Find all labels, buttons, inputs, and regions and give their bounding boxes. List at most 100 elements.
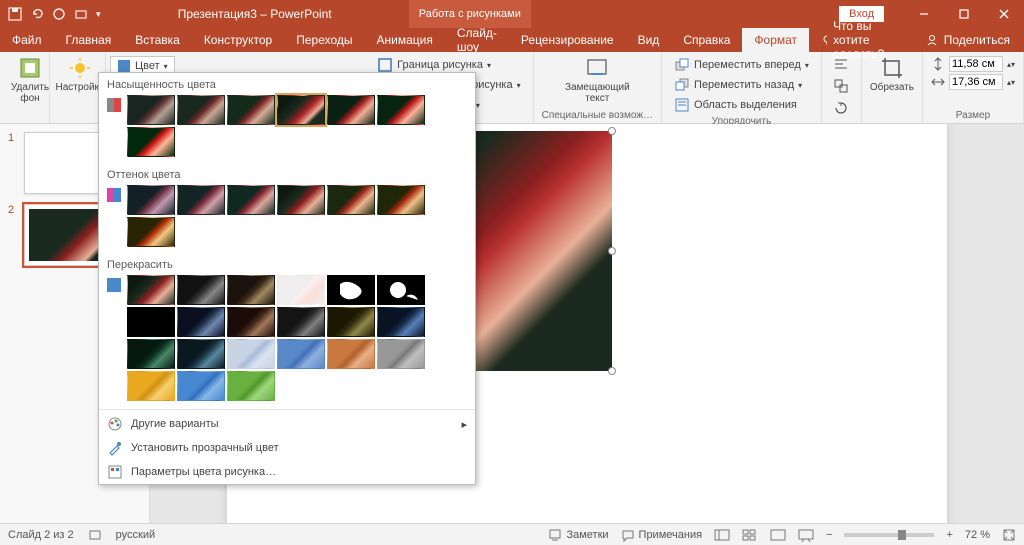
more-variants-item[interactable]: Другие варианты ▸	[99, 412, 475, 436]
normal-view-icon[interactable]	[714, 528, 730, 542]
zoom-in-button[interactable]: +	[946, 529, 952, 541]
reading-view-icon[interactable]	[770, 528, 786, 542]
corrections-button[interactable]: Настройки	[58, 56, 102, 93]
recolor-preset[interactable]	[377, 275, 425, 305]
tone-preset[interactable]	[127, 185, 175, 215]
tab-design[interactable]: Конструктор	[192, 28, 284, 52]
recolor-preset[interactable]	[177, 307, 225, 337]
recolor-preset[interactable]	[177, 275, 225, 305]
notes-icon	[548, 528, 562, 542]
maximize-button[interactable]	[944, 0, 984, 28]
saturation-preset[interactable]	[227, 95, 275, 125]
tab-transitions[interactable]: Переходы	[284, 28, 364, 52]
remove-background-icon	[18, 56, 42, 80]
remove-background-button[interactable]: Удалить фон	[8, 56, 52, 104]
status-bar: Слайд 2 из 2 русский Заметки Примечания …	[0, 523, 1024, 545]
minimize-button[interactable]	[904, 0, 944, 28]
group-icon[interactable]	[833, 78, 849, 94]
tone-preset[interactable]	[227, 185, 275, 215]
rotate-icon[interactable]	[833, 100, 849, 116]
spellcheck-icon[interactable]	[88, 528, 102, 542]
alt-text-button[interactable]: Замещающий текст	[542, 56, 653, 104]
slide-sorter-view-icon[interactable]	[742, 528, 758, 542]
recolor-preset[interactable]	[327, 275, 375, 305]
close-button[interactable]	[984, 0, 1024, 28]
recolor-section-title: Перекрасить	[107, 257, 467, 275]
zoom-slider[interactable]	[844, 533, 934, 537]
comments-button[interactable]: Примечания	[621, 528, 703, 542]
saturation-preset[interactable]	[327, 95, 375, 125]
tab-slideshow[interactable]: Слайд-шоу	[445, 28, 509, 52]
slideshow-view-icon[interactable]	[798, 528, 814, 542]
tone-preset[interactable]	[127, 217, 175, 247]
notes-button[interactable]: Заметки	[548, 528, 608, 542]
recolor-preset[interactable]	[277, 307, 325, 337]
saturation-preset[interactable]	[127, 95, 175, 125]
crop-button[interactable]: Обрезать	[870, 56, 914, 93]
selection-pane-button[interactable]: Область выделения	[670, 96, 813, 114]
tab-file[interactable]: Файл	[0, 28, 54, 52]
bring-forward-button[interactable]: Переместить вперед▾	[670, 56, 813, 74]
tab-home[interactable]: Главная	[54, 28, 124, 52]
recolor-preset[interactable]	[327, 307, 375, 337]
tab-help[interactable]: Справка	[671, 28, 742, 52]
start-from-beginning-icon[interactable]	[74, 7, 88, 21]
recolor-preset[interactable]	[227, 307, 275, 337]
recolor-preset[interactable]	[177, 371, 225, 401]
recolor-preset[interactable]	[127, 307, 175, 337]
color-icon	[117, 59, 131, 73]
recolor-preset[interactable]	[227, 371, 275, 401]
thumb-number: 2	[8, 204, 18, 266]
share-button[interactable]: Поделиться	[912, 28, 1024, 52]
recolor-preset[interactable]	[377, 307, 425, 337]
tone-preset[interactable]	[327, 185, 375, 215]
saturation-preset[interactable]	[277, 95, 325, 125]
chevron-down-icon: ▾	[164, 62, 168, 71]
set-transparent-color-item[interactable]: Установить прозрачный цвет	[99, 436, 475, 460]
tone-preset[interactable]	[277, 185, 325, 215]
crop-icon	[880, 56, 904, 80]
saturation-preset[interactable]	[127, 127, 175, 157]
recolor-preset[interactable]	[327, 339, 375, 369]
language-indicator[interactable]: русский	[116, 529, 155, 541]
eyedropper-icon	[107, 440, 123, 456]
saturation-section-title: Насыщенность цвета	[107, 77, 467, 95]
recolor-preset[interactable]	[227, 339, 275, 369]
recolor-preset[interactable]	[377, 339, 425, 369]
height-input[interactable]: ▴▾	[931, 56, 1015, 72]
zoom-out-button[interactable]: −	[826, 529, 832, 541]
save-icon[interactable]	[8, 7, 22, 21]
tone-preset[interactable]	[177, 185, 225, 215]
fit-to-window-icon[interactable]	[1002, 528, 1016, 542]
align-icon[interactable]	[833, 56, 849, 72]
selection-pane-icon	[674, 97, 690, 113]
recolor-preset[interactable]	[177, 339, 225, 369]
options-icon	[107, 464, 123, 480]
slide-counter[interactable]: Слайд 2 из 2	[8, 529, 74, 541]
tab-insert[interactable]: Вставка	[123, 28, 192, 52]
tell-me-search[interactable]: Что вы хотите сделать?	[809, 28, 912, 52]
width-input[interactable]: ▴▾	[931, 74, 1015, 90]
tab-format[interactable]: Формат	[742, 28, 809, 52]
tone-preset[interactable]	[377, 185, 425, 215]
saturation-icon	[107, 98, 121, 112]
recolor-preset[interactable]	[227, 275, 275, 305]
undo-icon[interactable]	[30, 7, 44, 21]
tab-animations[interactable]: Анимация	[365, 28, 445, 52]
recolor-preset[interactable]	[127, 275, 175, 305]
recolor-preset[interactable]	[277, 275, 325, 305]
saturation-preset[interactable]	[177, 95, 225, 125]
tab-review[interactable]: Рецензирование	[509, 28, 626, 52]
tone-section-title: Оттенок цвета	[107, 167, 467, 185]
tab-view[interactable]: Вид	[626, 28, 672, 52]
recolor-preset[interactable]	[127, 339, 175, 369]
picture-color-options-item[interactable]: Параметры цвета рисунка…	[99, 460, 475, 484]
recolor-preset[interactable]	[127, 371, 175, 401]
send-backward-button[interactable]: Переместить назад▾	[670, 76, 813, 94]
redo-icon[interactable]	[52, 7, 66, 21]
border-icon	[377, 57, 393, 73]
zoom-level[interactable]: 72 %	[965, 529, 990, 541]
accessibility-group-label: Специальные возмож…	[542, 108, 653, 123]
recolor-preset[interactable]	[277, 339, 325, 369]
saturation-preset[interactable]	[377, 95, 425, 125]
